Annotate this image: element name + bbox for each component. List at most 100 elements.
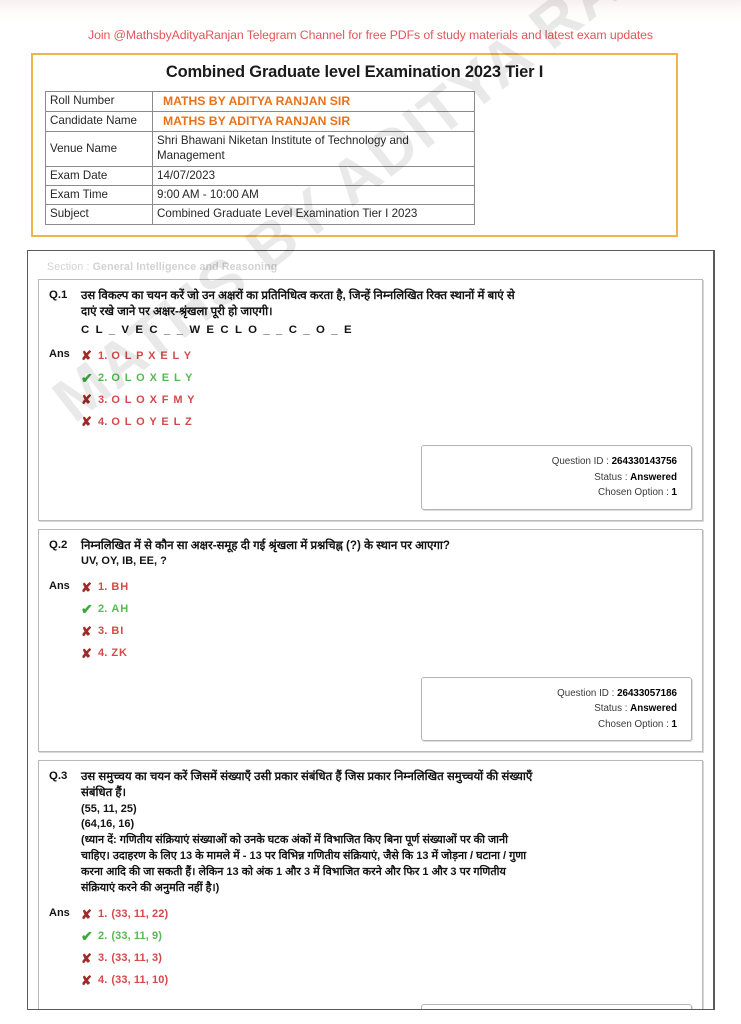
option-text: BI	[111, 625, 125, 638]
option-number: 2.	[98, 930, 108, 943]
answer-row: Ans ✘ 1. BH ✔ 2. AH ✘ 3. BI ✘ 4. ZK	[49, 577, 692, 665]
option-row[interactable]: ✘ 3. (33, 11, 3)	[81, 948, 692, 969]
question-block: Q.3 उस समुच्चय का चयन करें जिसमें संख्याऍ…	[38, 759, 703, 1009]
question-meta-box: Question ID : 264330143756 Status : Answe…	[421, 445, 692, 510]
option-text: BH	[111, 581, 130, 594]
detail-label: Exam Time	[45, 185, 153, 206]
check-icon: ✔	[81, 601, 93, 618]
chosen-option-value: 1	[671, 718, 677, 730]
question-text-line: निम्नलिखित में से कौन सा अक्षर-समूह दी ग…	[81, 538, 450, 552]
answer-label: Ans	[49, 906, 70, 919]
option-row[interactable]: ✔ 2. O L O X E L Y	[81, 367, 692, 388]
option-row[interactable]: ✘ 4. (33, 11, 10)	[81, 970, 692, 991]
detail-value: 9:00 AM - 10:00 AM	[152, 185, 475, 206]
question-status-value: Answered	[630, 703, 677, 715]
option-text: O L O Y E L Z	[111, 415, 193, 428]
check-icon: ✔	[81, 369, 93, 386]
options-list: ✘ 1. (33, 11, 22) ✔ 2. (33, 11, 9) ✘ 3. (33, 11,…	[81, 904, 692, 992]
option-number: 1.	[98, 581, 108, 594]
question-id-value: 264330143756	[611, 456, 677, 468]
option-number: 2.	[98, 371, 108, 384]
answer-label: Ans	[49, 348, 70, 361]
option-number: 1.	[98, 349, 108, 362]
question-block: Q.2 निम्नलिखित में से कौन सा अक्षर-समूह द…	[38, 528, 703, 752]
question-set-line: (55, 11, 25)	[81, 802, 137, 815]
detail-value: MATHS BY ADITYA RANJAN SIR	[152, 90, 475, 113]
table-row: Candidate Name MATHS BY ADITYA RANJAN SIR	[45, 111, 475, 133]
question-set-line: (64,16, 16)	[81, 818, 135, 831]
question-row: Q.3 उस समुच्चय का चयन करें जिसमें संख्याऍ…	[49, 769, 692, 897]
option-text: O L O X E L Y	[111, 371, 194, 384]
option-row[interactable]: ✔ 2. (33, 11, 9)	[81, 926, 692, 947]
table-row: Venue Name Shri Bhawani Niketan Institute…	[45, 131, 475, 167]
option-number: 2.	[98, 603, 108, 616]
option-row[interactable]: ✘ 3. BI	[81, 621, 692, 642]
cross-icon: ✘	[81, 950, 92, 966]
cross-icon: ✘	[81, 972, 92, 988]
exam-header-card: Combined Graduate level Examination 2023…	[31, 53, 678, 237]
question-note: (ध्यान दें: गणितीय संक्रियाएं संख्याओं क…	[81, 834, 527, 894]
option-number: 3.	[98, 625, 108, 638]
section-header: Section : General Intelligence and Reaso…	[35, 257, 706, 279]
detail-value: MATHS BY ADITYA RANJAN SIR	[152, 111, 475, 133]
option-row[interactable]: ✘ 1. BH	[81, 577, 692, 598]
option-text: (33, 11, 10)	[111, 974, 169, 987]
chosen-option-line: Chosen Option : 1	[422, 717, 677, 732]
question-text: निम्नलिखित में से कौन सा अक्षर-समूह दी ग…	[81, 538, 450, 570]
candidate-details-table: Roll Number MATHS BY ADITYA RANJAN SIR Can…	[45, 90, 475, 225]
options-list: ✘ 1. O L P X E L Y ✔ 2. O L O X E L Y ✘ 3. O L O…	[81, 345, 692, 433]
option-text: AH	[111, 603, 130, 616]
cross-icon: ✘	[81, 414, 92, 430]
answer-label: Ans	[49, 579, 70, 592]
question-text: उस समुच्चय का चयन करें जिसमें संख्याऍं उ…	[81, 769, 533, 897]
question-status-label: Status :	[594, 471, 631, 483]
option-number: 3.	[98, 952, 108, 965]
option-row[interactable]: ✔ 2. AH	[81, 599, 692, 620]
option-number: 4.	[98, 974, 108, 987]
question-number: Q.2	[49, 538, 68, 551]
question-id-value: 26433057186	[617, 687, 677, 699]
options-list: ✘ 1. BH ✔ 2. AH ✘ 3. BI ✘ 4. ZK	[81, 577, 692, 665]
question-number: Q.3	[49, 769, 68, 782]
option-text: (33, 11, 3)	[111, 952, 163, 965]
page-title: Combined Graduate level Examination 2023…	[165, 63, 544, 81]
question-status-line: Status : Answered	[422, 701, 677, 716]
option-text: ZK	[111, 647, 128, 660]
answer-row: Ans ✘ 1. (33, 11, 22) ✔ 2. (33, 11, 9) ✘ 3. (33, …	[49, 904, 692, 992]
option-row[interactable]: ✘ 1. O L P X E L Y	[81, 345, 692, 366]
section-name-label: General Intelligence and Reasoning	[92, 261, 278, 273]
question-status-value: Answered	[630, 471, 677, 483]
question-status-line: Status : Answered	[422, 470, 677, 485]
question-number: Q.1	[49, 289, 68, 301]
table-row: Exam Date 14/07/2023	[45, 165, 475, 187]
check-icon: ✔	[81, 928, 93, 945]
option-number: 4.	[98, 415, 108, 428]
questions-list: Q.1 उस विकल्प का चयन करें जो उन अक्षरों क…	[35, 279, 706, 1009]
detail-value: Combined Graduate Level Examination Tier…	[152, 204, 475, 225]
table-row: Roll Number MATHS BY ADITYA RANJAN SIR	[45, 90, 475, 113]
question-id-label: Question ID :	[557, 687, 618, 699]
detail-value: 14/07/2023	[152, 165, 475, 187]
cross-icon: ✘	[81, 623, 92, 639]
option-text: O L O X F M Y	[111, 393, 196, 406]
option-row[interactable]: ✘ 4. ZK	[81, 643, 692, 664]
chosen-option-label: Chosen Option :	[598, 487, 672, 499]
question-row: Q.2 निम्नलिखित में से कौन सा अक्षर-समूह द…	[49, 538, 692, 570]
detail-label: Exam Date	[45, 165, 153, 187]
question-id-label: Question ID :	[551, 456, 612, 468]
question-text-line: उस विकल्प का चयन करें जो उन अक्षरों का प…	[81, 289, 515, 319]
question-meta-box: Question ID : 26433057186 Status : Answer…	[421, 676, 692, 741]
chosen-option-value: 1	[671, 487, 677, 499]
cross-icon: ✘	[81, 348, 92, 364]
question-block: Q.1 उस विकल्प का चयन करें जो उन अक्षरों क…	[38, 279, 703, 521]
option-row[interactable]: ✘ 3. O L O X F M Y	[81, 389, 692, 410]
option-row[interactable]: ✘ 1. (33, 11, 22)	[81, 904, 692, 925]
chosen-option-line: Chosen Option : 1	[422, 485, 677, 500]
cross-icon: ✘	[81, 392, 92, 408]
section-prefix-label: Section :	[47, 261, 93, 273]
option-row[interactable]: ✘ 4. O L O Y E L Z	[81, 411, 692, 432]
question-id-line: Question ID : 264330143756	[422, 454, 677, 469]
chosen-option-label: Chosen Option :	[598, 718, 672, 730]
question-series-line: UV, OY, IB, EE, ?	[81, 554, 167, 567]
question-status-label: Status :	[594, 703, 631, 715]
